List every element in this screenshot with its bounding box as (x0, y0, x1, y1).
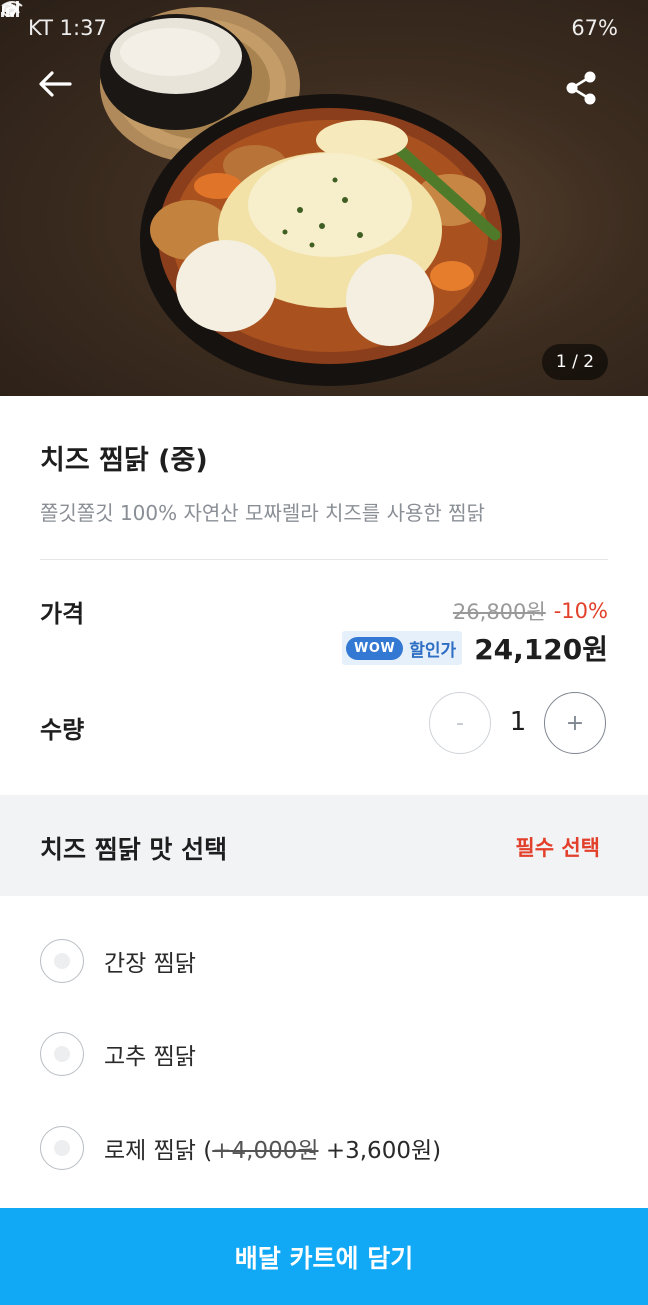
back-button[interactable] (38, 70, 82, 114)
option-original-extra-price: +4,000원 (212, 1138, 319, 1164)
add-to-cart-button[interactable]: 배달 카트에 담기 (0, 1208, 648, 1305)
option-label: 간장 찜닭 (104, 951, 196, 977)
option-label-prefix: 로제 찜닭 ( (104, 1138, 213, 1164)
discount-rate: -10% (553, 599, 608, 623)
status-icons: 67% (1, 1, 618, 40)
food-photo (100, 7, 520, 386)
back-arrow-icon (39, 71, 72, 97)
option-label: 고추 찜닭 (104, 1044, 196, 1070)
quantity-increase-button[interactable]: + (544, 692, 606, 754)
option-spicy[interactable]: 고추 찜닭 (40, 1024, 610, 1084)
required-badge: 필수 선택 (515, 836, 600, 860)
radio-dot (54, 953, 70, 969)
option-rose[interactable]: 로제 찜닭 (+4,000원 +3,600원) (40, 1118, 610, 1178)
product-description: 쫄깃쫄깃 100% 자연산 모짜렐라 치즈를 사용한 찜닭 (40, 501, 485, 525)
option-soy-sauce[interactable]: 간장 찜닭 (40, 931, 610, 991)
radio-button[interactable] (40, 939, 84, 983)
divider (40, 559, 608, 560)
quantity-value: 1 (509, 707, 527, 737)
radio-dot (54, 1046, 70, 1062)
option-extra-price: +3,600원) (318, 1138, 442, 1164)
radio-button[interactable] (40, 1032, 84, 1076)
option-section-title: 치즈 찜닭 맛 선택 (40, 835, 228, 864)
product-image[interactable]: KT 1:37 67% 1 / 2 (0, 0, 648, 396)
image-pager: 1 / 2 (542, 344, 608, 380)
price-label: 가격 (40, 600, 85, 628)
share-icon (566, 71, 596, 105)
quantity-label: 수량 (40, 716, 85, 744)
radio-dot (54, 1140, 70, 1156)
status-carrier-time: KT 1:37 (28, 16, 107, 40)
original-price: 26,800원 (452, 600, 546, 624)
wow-badge: WOW (346, 636, 404, 660)
battery-level: 67% (571, 16, 618, 40)
sale-price-row: WOW 할인가 24,120원 (342, 628, 608, 668)
original-price-row: 26,800원 -10% (453, 596, 608, 626)
radio-button[interactable] (40, 1126, 84, 1170)
status-bar: KT 1:37 67% (0, 0, 648, 56)
sale-price: 24,120원 (474, 633, 608, 666)
product-title: 치즈 찜닭 (중) (40, 445, 208, 476)
wow-discount-chip: WOW 할인가 (342, 631, 463, 665)
wow-label: 할인가 (409, 640, 457, 661)
share-button[interactable] (564, 70, 608, 114)
option-label: 로제 찜닭 (+4,000원 +3,600원) (104, 1131, 441, 1165)
quantity-decrease-button[interactable]: - (429, 692, 491, 754)
